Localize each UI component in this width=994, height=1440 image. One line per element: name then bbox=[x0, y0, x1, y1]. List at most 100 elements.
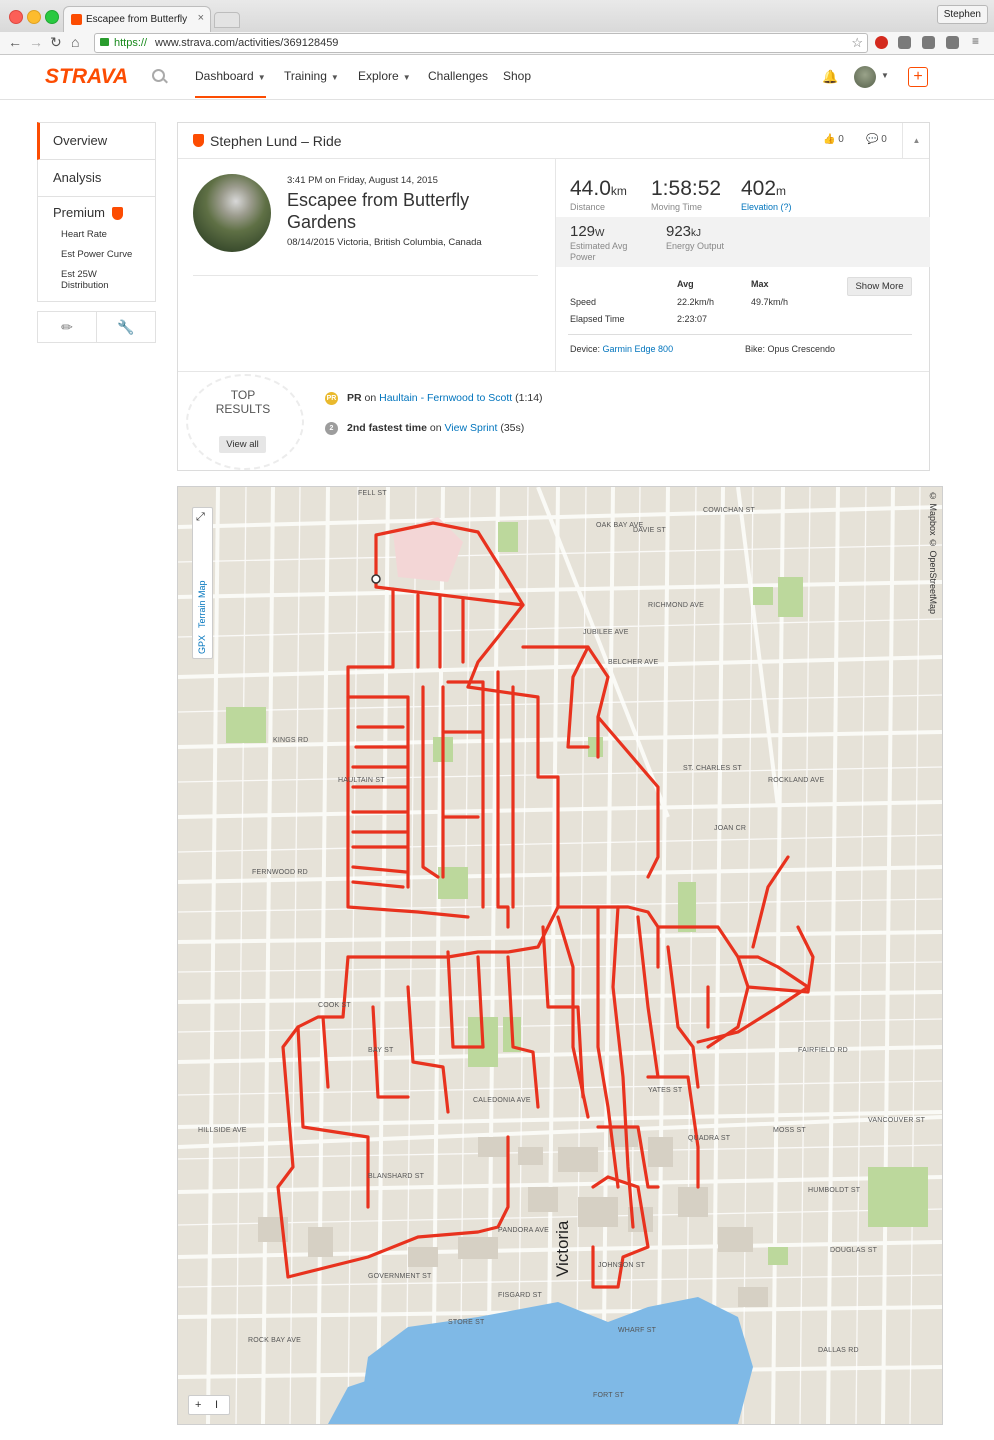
chevron-down-icon[interactable]: ▼ bbox=[881, 71, 889, 80]
chevron-down-icon: ▼ bbox=[402, 73, 411, 82]
street-label: JUBILEE AVE bbox=[583, 629, 629, 636]
opera-extension-icon[interactable] bbox=[875, 36, 888, 49]
zoom-in-button[interactable]: + bbox=[195, 1396, 201, 1414]
street-label: HUMBOLDT ST bbox=[808, 1187, 861, 1194]
device-label: Device: bbox=[570, 344, 601, 354]
street-label: WHARF ST bbox=[618, 1327, 657, 1334]
nav-label: Explore bbox=[358, 69, 399, 83]
activity-location: 08/14/2015 Victoria, British Columbia, C… bbox=[287, 237, 482, 248]
show-more-button[interactable]: Show More bbox=[847, 277, 912, 296]
map-attribution[interactable]: © Mapbox © OpenStreetMap bbox=[928, 491, 938, 614]
power-stats: 129W Estimated Avg Power 923kJ Energy Ou… bbox=[556, 217, 930, 267]
athlete-ride-title: Stephen Lund – Ride bbox=[210, 133, 342, 149]
nav-shop[interactable]: Shop bbox=[503, 69, 531, 83]
kudos-button[interactable]: 👍 0 bbox=[823, 134, 844, 145]
avatar[interactable] bbox=[854, 66, 876, 88]
expand-icon[interactable]: ⤢ bbox=[196, 511, 205, 524]
gpx-export-link[interactable]: GPX bbox=[197, 628, 207, 654]
sidebar-item-analysis[interactable]: Analysis bbox=[37, 160, 156, 197]
strava-favicon-icon bbox=[71, 14, 82, 25]
sidebar-item-overview[interactable]: Overview bbox=[37, 122, 156, 160]
power-unit: W bbox=[595, 228, 605, 239]
stat-energy: 923kJ Energy Output bbox=[666, 223, 724, 252]
nav-training[interactable]: Training ▼ bbox=[284, 69, 339, 83]
search-icon[interactable] bbox=[152, 69, 165, 82]
energy-unit: kJ bbox=[691, 228, 702, 239]
second-on: on bbox=[429, 422, 442, 434]
map-canvas bbox=[178, 487, 942, 1424]
browser-tab[interactable]: Escapee from Butterfly Ga × bbox=[63, 6, 211, 33]
pr-segment-link[interactable]: Haultain - Fernwood to Scott bbox=[379, 392, 512, 404]
zoom-window-button[interactable] bbox=[45, 10, 59, 24]
back-icon[interactable]: ← bbox=[8, 34, 22, 50]
street-label: BELCHER AVE bbox=[608, 659, 659, 666]
speed-max: 49.7km/h bbox=[751, 297, 789, 307]
bell-icon[interactable]: 🔔 bbox=[822, 69, 838, 85]
activity-card-header: Stephen Lund – Ride 👍 0 💬 0 ▲ bbox=[178, 123, 929, 159]
extension-icon[interactable] bbox=[898, 36, 911, 49]
street-label: FERNWOOD RD bbox=[252, 869, 308, 876]
browser-toolbar: ← → ↻ ⌂ https:// www.strava.com/activiti… bbox=[0, 32, 994, 55]
street-label: HAULTAIN ST bbox=[338, 777, 385, 784]
route-map[interactable]: FELL ST JUBILEE AVE RICHMOND AVE BELCHER… bbox=[177, 486, 943, 1425]
pr-on: on bbox=[364, 392, 377, 404]
nav-label: Training bbox=[284, 69, 327, 83]
second-segment-link[interactable]: View Sprint bbox=[444, 422, 497, 434]
street-label: HILLSIDE AVE bbox=[198, 1127, 247, 1134]
home-icon[interactable]: ⌂ bbox=[71, 34, 79, 50]
comment-button[interactable]: 💬 0 bbox=[866, 134, 887, 145]
collapse-caret-icon[interactable]: ▲ bbox=[902, 123, 930, 158]
moving-time-label: Moving Time bbox=[651, 202, 703, 212]
activity-date: 3:41 PM on Friday, August 14, 2015 bbox=[287, 175, 438, 186]
view-all-button[interactable]: View all bbox=[219, 436, 266, 453]
moving-time-value: 1:58:52 bbox=[651, 177, 722, 200]
sidebar-item-heart-rate[interactable]: Heart Rate bbox=[61, 229, 155, 240]
profile-button[interactable]: Stephen bbox=[936, 5, 988, 24]
sidebar-premium-section: Premium Heart Rate Est Power Curve Est 2… bbox=[37, 197, 156, 303]
nav-dashboard[interactable]: Dashboard ▼ bbox=[195, 69, 266, 98]
chevron-down-icon: ▼ bbox=[257, 73, 266, 82]
elevation-help-link[interactable]: Elevation (?) bbox=[741, 202, 792, 212]
tab-close-icon[interactable]: × bbox=[198, 12, 204, 24]
street-label: COWICHAN ST bbox=[703, 507, 755, 514]
address-bar[interactable]: https:// www.strava.com/activities/36912… bbox=[94, 33, 868, 53]
sidebar-item-est-power-curve[interactable]: Est Power Curve bbox=[61, 249, 155, 260]
divider bbox=[193, 275, 538, 276]
tab-title: Escapee from Butterfly Ga bbox=[86, 14, 190, 25]
pr-result: PR on Haultain - Fernwood to Scott (1:14… bbox=[347, 392, 543, 404]
bookmark-star-icon[interactable]: ☆ bbox=[851, 34, 863, 52]
strava-logo[interactable]: STRAVA bbox=[45, 65, 128, 89]
distance-value: 44.0 bbox=[570, 177, 611, 200]
new-tab-button[interactable] bbox=[214, 12, 240, 28]
street-label: KINGS RD bbox=[273, 737, 309, 744]
activity-photo[interactable] bbox=[193, 174, 271, 252]
activity-sidebar: Overview Analysis Premium Heart Rate Est… bbox=[37, 122, 156, 344]
street-label: YATES ST bbox=[648, 1087, 683, 1094]
top-results-title: TOP RESULTS bbox=[203, 388, 283, 416]
device-link[interactable]: Garmin Edge 800 bbox=[603, 344, 674, 354]
menu-icon[interactable]: ≡ bbox=[972, 34, 979, 48]
upload-plus-button[interactable]: + bbox=[908, 67, 928, 87]
wrench-icon[interactable]: 🔧 bbox=[96, 312, 155, 343]
zoom-out-button[interactable]: I bbox=[215, 1396, 218, 1414]
speed-label: Speed bbox=[570, 297, 597, 307]
energy-value: 923 bbox=[666, 223, 692, 240]
nav-challenges[interactable]: Challenges bbox=[428, 69, 488, 83]
close-window-button[interactable] bbox=[9, 10, 23, 24]
street-label: BAY ST bbox=[368, 1047, 394, 1054]
street-label: JOAN CR bbox=[714, 825, 747, 832]
site-header: STRAVA Dashboard ▼ Training ▼ Explore ▼ Cha… bbox=[0, 55, 994, 100]
sidebar-item-premium[interactable]: Premium bbox=[53, 205, 105, 220]
minimize-window-button[interactable] bbox=[27, 10, 41, 24]
reload-icon[interactable]: ↻ bbox=[50, 34, 62, 51]
sidebar-item-est-25w-distribution[interactable]: Est 25W Distribution bbox=[61, 269, 141, 291]
terrain-map-toggle[interactable]: Terrain Map bbox=[197, 548, 207, 628]
edit-pencil-icon[interactable]: ✏ bbox=[38, 312, 96, 342]
forward-icon[interactable]: → bbox=[29, 34, 43, 50]
extension-icon[interactable] bbox=[922, 36, 935, 49]
extension-icon[interactable] bbox=[946, 36, 959, 49]
lock-icon bbox=[100, 38, 109, 46]
street-label: FELL ST bbox=[358, 490, 387, 497]
nav-explore[interactable]: Explore ▼ bbox=[358, 69, 411, 83]
second-prefix: 2nd fastest time bbox=[347, 422, 427, 434]
